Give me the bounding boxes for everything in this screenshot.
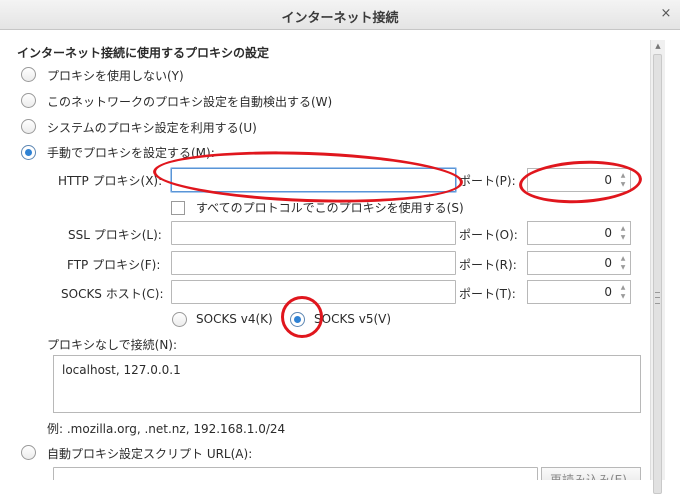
ssl-port-value: 0 [604,226,612,240]
reload-button[interactable]: 再読み込み(E) [541,467,641,480]
ftp-port-label: ポート(R): [459,258,517,272]
http-port-label: ポート(P): [459,174,516,188]
ssl-proxy-input[interactable] [171,221,456,245]
no-proxy-label: プロキシなしで接続(N): [47,338,178,352]
socks-host-label: SOCKS ホスト(C): [61,287,164,301]
stepper-arrows-icon[interactable]: ▲ ▼ [618,254,628,272]
no-proxy-example: 例: .mozilla.org, .net.nz, 192.168.1.0/24 [47,422,286,436]
ssl-port-label: ポート(O): [459,228,518,242]
radio-no-proxy[interactable] [21,67,36,82]
auto-config-url-input[interactable] [53,467,538,480]
radio-auto-detect-label[interactable]: このネットワークのプロキシ設定を自動検出する(W) [47,93,332,110]
radio-system-proxy-label[interactable]: システムのプロキシ設定を利用する(U) [47,119,257,136]
grip-icon [655,292,660,304]
annotation-circle-port [517,157,644,207]
ftp-proxy-label: FTP プロキシ(F): [67,258,161,272]
socks-port-stepper[interactable]: 0 ▲ ▼ [527,280,631,304]
title-bar: インターネット接続 × [0,0,680,30]
ftp-port-value: 0 [604,256,612,270]
socks-port-value: 0 [604,285,612,299]
http-proxy-label: HTTP プロキシ(X): [58,174,163,188]
radio-manual-proxy[interactable] [21,145,36,160]
radio-auto-detect[interactable] [21,93,36,108]
dialog-content: インターネット接続に使用するプロキシの設定 プロキシを使用しない(Y) このネッ… [0,30,650,480]
window-title: インターネット接続 [281,11,399,26]
ftp-proxy-input[interactable] [171,251,456,275]
ssl-proxy-label: SSL プロキシ(L): [68,228,162,242]
radio-auto-config-label[interactable]: 自動プロキシ設定スクリプト URL(A): [47,445,252,462]
ssl-port-stepper[interactable]: 0 ▲ ▼ [527,221,631,245]
radio-socks-v4[interactable] [172,312,187,327]
radio-auto-config[interactable] [21,445,36,460]
all-protocols-checkbox[interactable] [171,201,185,215]
vertical-scrollbar[interactable]: ▲ [650,40,665,494]
ftp-port-stepper[interactable]: 0 ▲ ▼ [527,251,631,275]
annotation-circle-socks-v5 [281,296,323,338]
stepper-arrows-icon[interactable]: ▲ ▼ [618,224,628,242]
socks-port-label: ポート(T): [459,287,516,301]
radio-system-proxy[interactable] [21,119,36,134]
close-icon[interactable]: × [658,6,674,22]
no-proxy-value: localhost, 127.0.0.1 [62,363,181,377]
radio-socks-v5-label[interactable]: SOCKS v5(V) [314,312,391,326]
no-proxy-textarea[interactable]: localhost, 127.0.0.1 [53,355,641,413]
stepper-arrows-icon[interactable]: ▲ ▼ [618,283,628,301]
section-title: インターネット接続に使用するプロキシの設定 [17,46,270,60]
scrollbar-thumb[interactable] [653,54,662,494]
radio-no-proxy-label[interactable]: プロキシを使用しない(Y) [47,67,184,84]
scroll-up-icon[interactable]: ▲ [651,40,665,52]
radio-socks-v4-label[interactable]: SOCKS v4(K) [196,312,273,326]
